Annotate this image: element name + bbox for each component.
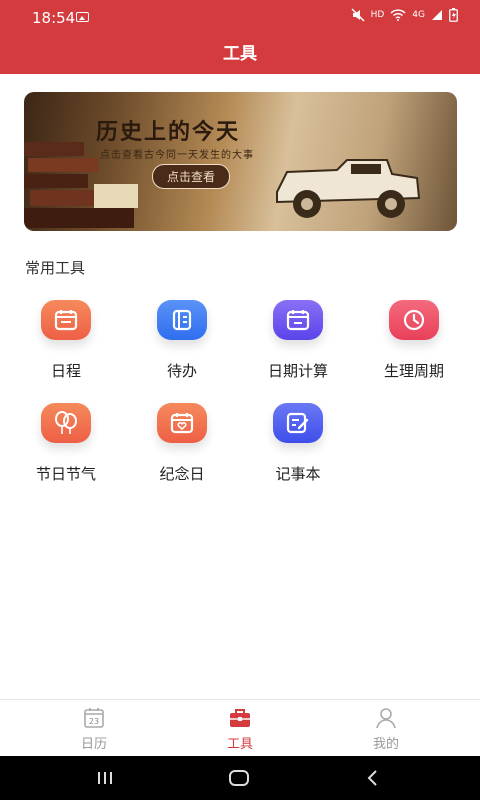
balloon-icon — [41, 403, 91, 443]
nav-label: 日历 — [80, 737, 107, 752]
note-edit-icon — [273, 403, 323, 443]
home-icon[interactable] — [228, 768, 250, 788]
mute-icon — [351, 8, 365, 22]
nav-item-mine[interactable]: 我的 — [346, 706, 426, 752]
page-title: 工具 — [223, 44, 257, 64]
section-title: 常用工具 — [25, 259, 86, 277]
tool-date-calc[interactable]: 日期计算 — [240, 300, 356, 381]
banner-view-button[interactable]: 点击查看 — [152, 164, 231, 189]
tool-todo[interactable]: 待办 — [124, 300, 240, 381]
recent-apps-icon[interactable] — [96, 770, 114, 786]
nav-item-tools[interactable]: 工具 — [200, 706, 280, 752]
network-label: 4G — [412, 10, 425, 20]
tool-schedule[interactable]: 日程 — [8, 300, 124, 381]
tool-label: 日期计算 — [267, 362, 328, 380]
tool-festivals[interactable]: 节日节气 — [8, 403, 124, 484]
toolbox-icon — [200, 706, 280, 730]
tool-label: 记事本 — [275, 465, 321, 483]
user-icon — [346, 706, 426, 730]
calendar-calc-icon — [273, 300, 323, 340]
banner-title: 历史上的今天 — [96, 119, 241, 145]
nav-label: 工具 — [226, 737, 253, 752]
nav-label: 我的 — [372, 737, 399, 752]
tool-notepad[interactable]: 记事本 — [240, 403, 356, 484]
back-icon[interactable] — [366, 768, 380, 788]
tool-label: 待办 — [166, 362, 197, 380]
calendar-day-icon: 23 — [54, 706, 134, 730]
tool-anniversary[interactable]: 纪念日 — [124, 403, 240, 484]
system-nav-bar — [0, 756, 480, 800]
status-time: 18:54 — [32, 9, 76, 27]
tool-label: 日程 — [50, 362, 81, 380]
signal-icon — [432, 10, 442, 20]
tool-label: 生理周期 — [383, 362, 444, 380]
history-today-banner[interactable]: 历史上的今天 点击查看古今同一天发生的大事 点击查看 — [24, 92, 457, 231]
heart-calendar-icon — [157, 403, 207, 443]
calendar-icon — [41, 300, 91, 340]
jeep-illustration — [276, 159, 421, 218]
calendar-day-number: 23 — [89, 717, 99, 726]
battery-icon — [449, 8, 458, 22]
tool-period[interactable]: 生理周期 — [356, 300, 472, 381]
tool-label: 节日节气 — [35, 465, 96, 483]
notebook-icon — [157, 300, 207, 340]
title-bar: 工具 — [0, 36, 480, 74]
status-icons: HD 4G — [351, 8, 458, 22]
banner-subtitle: 点击查看古今同一天发生的大事 — [100, 150, 254, 161]
status-bar: 18:54 HD 4G — [0, 0, 480, 36]
wifi-icon — [390, 9, 406, 21]
bottom-nav: 23 日历 工具 我的 — [0, 699, 480, 756]
image-notification-icon — [76, 12, 89, 22]
hd-label: HD — [370, 10, 385, 20]
tool-label: 纪念日 — [159, 465, 205, 483]
nav-item-calendar[interactable]: 23 日历 — [54, 706, 134, 752]
clock-icon — [389, 300, 439, 340]
